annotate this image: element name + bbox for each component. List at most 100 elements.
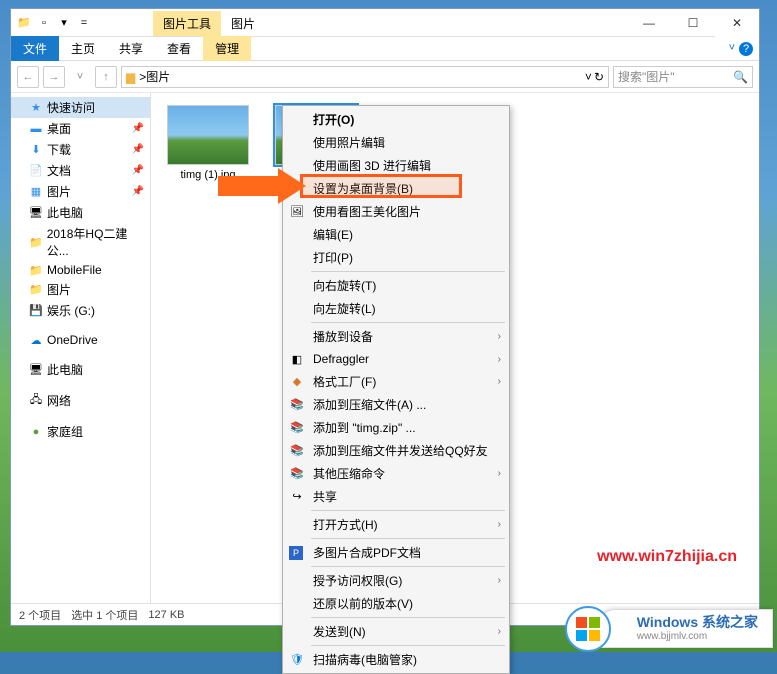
sidebar-item-thispc[interactable]: 🖥此电脑 (11, 202, 150, 223)
separator (311, 271, 505, 272)
properties-icon[interactable]: ▫ (35, 14, 53, 32)
file-thumbnail[interactable]: timg (1).jpg (163, 105, 253, 181)
download-icon: ⬇ (29, 143, 43, 157)
chevron-right-icon: › (498, 626, 501, 637)
sidebar-item-folder[interactable]: 📁MobileFile (11, 261, 150, 279)
chevron-right-icon: › (498, 519, 501, 530)
maximize-button[interactable]: ☐ (671, 9, 715, 37)
status-item-count: 2 个项目 (19, 607, 61, 623)
sidebar-item-folder[interactable]: 📁2018年HQ二建公... (11, 223, 150, 261)
pdf-icon: P (289, 546, 303, 560)
cm-add-qq[interactable]: 📚添加到压缩文件并发送给QQ好友 (283, 439, 509, 462)
titlebar: 📁 ▫ ▾ = 图片工具 图片 — ☐ ✕ (11, 9, 759, 37)
cm-grant-access[interactable]: 授予访问权限(G)› (283, 569, 509, 592)
cm-open[interactable]: 打开(O) (283, 108, 509, 131)
sidebar-label: 此电脑 (47, 361, 83, 378)
cm-defraggler[interactable]: ◧Defraggler› (283, 348, 509, 370)
sidebar-thispc[interactable]: 🖥此电脑 (11, 359, 150, 380)
cm-format-factory[interactable]: ◆格式工厂(F)› (283, 370, 509, 393)
chevron-right-icon: › (498, 575, 501, 586)
pin-icon: 📌 (132, 186, 144, 197)
archive-icon: 📚 (289, 466, 305, 482)
separator (311, 645, 505, 646)
history-dropdown[interactable]: ˅ (69, 66, 91, 88)
cm-print[interactable]: 打印(P) (283, 246, 509, 269)
tab-file[interactable]: 文件 (11, 36, 59, 61)
folder-icon: 📁 (29, 235, 43, 249)
tab-share[interactable]: 共享 (107, 36, 155, 61)
sidebar-homegroup[interactable]: ● 家庭组 (11, 421, 150, 442)
help-icon[interactable]: ? (739, 42, 753, 56)
cm-edit-photos[interactable]: 使用照片编辑 (283, 131, 509, 154)
sidebar-label: OneDrive (47, 333, 98, 347)
sidebar-label: 快速访问 (47, 99, 95, 116)
share-icon: ↪ (289, 489, 305, 505)
navigation-pane: ★ 快速访问 ▬桌面📌 ⬇下载📌 📄文档📌 ▦图片📌 🖥此电脑 📁2018年HQ… (11, 93, 151, 603)
separator (311, 510, 505, 511)
qat-dropdown-icon[interactable]: ▾ (55, 14, 73, 32)
minimize-button[interactable]: — (627, 9, 671, 37)
cm-add-zip[interactable]: 📚添加到 "timg.zip" ... (283, 416, 509, 439)
sidebar-item-downloads[interactable]: ⬇下载📌 (11, 139, 150, 160)
homegroup-icon: ● (29, 425, 43, 439)
archive-icon: 📚 (289, 443, 305, 459)
cm-other-compress[interactable]: 📚其他压缩命令› (283, 462, 509, 485)
cm-add-archive[interactable]: 📚添加到压缩文件(A) ... (283, 393, 509, 416)
cm-rotate-right[interactable]: 向右旋转(T) (283, 274, 509, 297)
up-button[interactable]: ↑ (95, 66, 117, 88)
sidebar-item-pictures[interactable]: ▦图片📌 (11, 181, 150, 202)
refresh-icon[interactable]: ↻ (594, 70, 604, 84)
cm-open-with[interactable]: 打开方式(H)› (283, 513, 509, 536)
desktop-icon: ▬ (29, 122, 43, 136)
sidebar-quick-access[interactable]: ★ 快速访问 (11, 97, 150, 118)
forward-button[interactable]: → (43, 66, 65, 88)
sidebar-item-drive[interactable]: 💾娱乐 (G:) (11, 300, 150, 321)
cm-share[interactable]: ↪共享 (283, 485, 509, 508)
sidebar-onedrive[interactable]: ☁ OneDrive (11, 331, 150, 349)
tab-manage[interactable]: 管理 (203, 36, 251, 61)
chevron-right-icon: › (498, 354, 501, 365)
watermark-brand: Windows 系统之家 (637, 614, 758, 631)
cm-paint3d[interactable]: 使用画图 3D 进行编辑 (283, 154, 509, 177)
sidebar-item-desktop[interactable]: ▬ 桌面 📌 (11, 118, 150, 139)
app-icon: ◆ (289, 374, 305, 390)
sidebar-network[interactable]: 🖧网络 (11, 390, 150, 411)
back-button[interactable]: ← (17, 66, 39, 88)
cm-multi-pdf[interactable]: P多图片合成PDF文档 (283, 541, 509, 564)
drive-icon: 💾 (29, 304, 43, 318)
sidebar-label: 桌面 (47, 120, 71, 137)
cm-cast[interactable]: 播放到设备› (283, 325, 509, 348)
sidebar-label: 文档 (47, 162, 71, 179)
address-bar[interactable]: ▆ > 图片 ˅ ↻ (121, 66, 609, 88)
file-name: timg (1).jpg (180, 169, 235, 181)
network-icon: 🖧 (29, 394, 43, 408)
cm-send-to[interactable]: 发送到(N)› (283, 620, 509, 643)
cm-set-wallpaper[interactable]: 设置为桌面背景(B) (283, 177, 509, 200)
address-dropdown-icon[interactable]: ˅ (585, 70, 592, 84)
cm-rotate-left[interactable]: 向左旋转(L) (283, 297, 509, 320)
close-button[interactable]: ✕ (715, 9, 759, 37)
cm-restore[interactable]: 还原以前的版本(V) (283, 592, 509, 615)
search-input[interactable]: 搜索"图片" 🔍 (613, 66, 753, 88)
sidebar-item-folder[interactable]: 📁图片 (11, 279, 150, 300)
pc-icon: 🖥 (29, 206, 43, 220)
window-title: 图片 (221, 11, 265, 36)
sidebar-label: 图片 (47, 281, 71, 298)
sidebar-label: 家庭组 (47, 423, 83, 440)
app-icon: 🖼 (289, 204, 305, 220)
chevron-right-icon: › (498, 331, 501, 342)
folder-icon: 📁 (29, 263, 43, 277)
status-selected-count: 选中 1 个项目 (71, 607, 138, 623)
onedrive-icon: ☁ (29, 333, 43, 347)
cm-edit[interactable]: 编辑(E) (283, 223, 509, 246)
pin-icon: 📌 (132, 165, 144, 176)
pin-icon: 📌 (132, 123, 144, 134)
address-bar-row: ← → ˅ ↑ ▆ > 图片 ˅ ↻ 搜索"图片" 🔍 (11, 61, 759, 93)
tab-view[interactable]: 查看 (155, 36, 203, 61)
cm-kantuwang[interactable]: 🖼使用看图王美化图片 (283, 200, 509, 223)
ribbon-expand-icon[interactable]: ˅ (729, 42, 735, 56)
separator (311, 322, 505, 323)
sidebar-item-documents[interactable]: 📄文档📌 (11, 160, 150, 181)
tab-home[interactable]: 主页 (59, 36, 107, 61)
cm-scan-virus[interactable]: 🛡扫描病毒(电脑管家) (283, 648, 509, 671)
